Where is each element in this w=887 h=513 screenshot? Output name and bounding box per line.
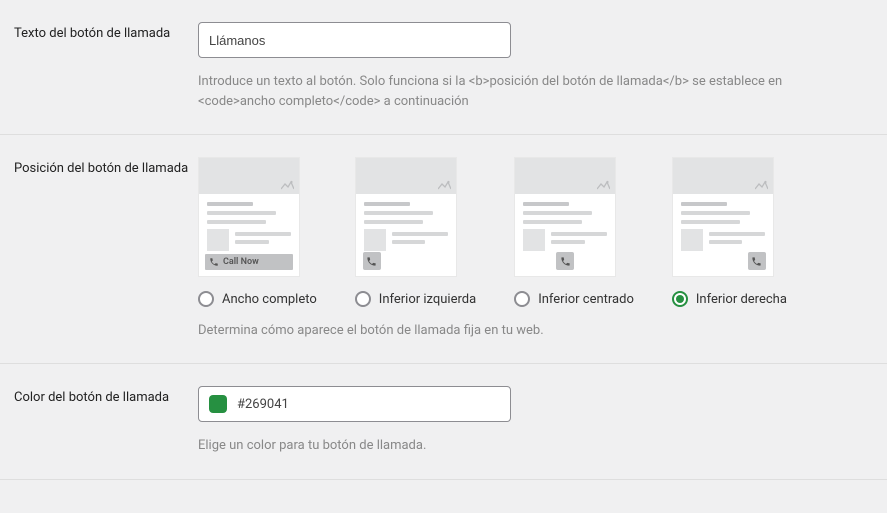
option-label: Inferior izquierda <box>379 292 476 307</box>
help-button-color: Elige un color para tu botón de llamada. <box>198 436 858 456</box>
image-icon <box>438 180 451 190</box>
image-icon <box>755 180 768 190</box>
color-input[interactable]: #269041 <box>198 386 511 422</box>
thumb-full-width: Call Now <box>198 157 300 277</box>
help-button-position: Determina cómo aparece el botón de llama… <box>198 321 858 341</box>
section-button-position: Posición del botón de llamada <box>0 135 887 364</box>
image-icon <box>281 180 294 190</box>
thumb-bottom-center <box>514 157 616 277</box>
thumb-bottom-left <box>355 157 457 277</box>
help-button-text: Introduce un texto al botón. Solo funcio… <box>198 72 858 112</box>
option-bottom-left[interactable]: Inferior izquierda <box>355 157 476 307</box>
option-label: Inferior derecha <box>696 292 787 307</box>
radio-bottom-center[interactable] <box>514 291 530 307</box>
color-swatch <box>209 395 227 413</box>
section-button-text: Texto del botón de llamada Introduce un … <box>0 0 887 135</box>
option-bottom-center[interactable]: Inferior centrado <box>514 157 634 307</box>
button-text-input[interactable] <box>198 22 511 58</box>
label-button-color: Color del botón de llamada <box>14 386 198 456</box>
radio-bottom-right[interactable] <box>672 291 688 307</box>
phone-icon <box>556 252 574 270</box>
phone-icon <box>363 252 381 270</box>
option-full-width[interactable]: Call Now Ancho completo <box>198 157 317 307</box>
phone-icon <box>209 257 219 267</box>
thumb-bottom-right <box>672 157 774 277</box>
section-button-color: Color del botón de llamada #269041 Elige… <box>0 364 887 479</box>
radio-bottom-left[interactable] <box>355 291 371 307</box>
color-value: #269041 <box>237 397 289 412</box>
position-options: Call Now Ancho completo <box>198 157 873 307</box>
phone-icon <box>748 252 766 270</box>
label-button-text: Texto del botón de llamada <box>14 22 198 112</box>
radio-full-width[interactable] <box>198 291 214 307</box>
option-label: Ancho completo <box>222 292 317 307</box>
image-icon <box>597 180 610 190</box>
option-label: Inferior centrado <box>538 292 634 307</box>
label-button-position: Posición del botón de llamada <box>14 157 198 341</box>
option-bottom-right[interactable]: Inferior derecha <box>672 157 787 307</box>
